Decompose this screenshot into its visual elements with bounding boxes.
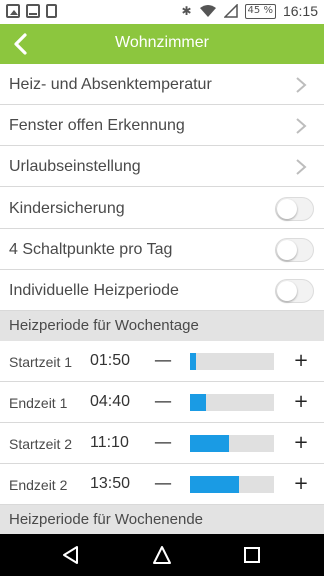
menu-item-label: Heiz- und Absenktemperatur: [9, 76, 212, 93]
slider-fill: [190, 394, 206, 411]
menu-item-heiz-absenktemperatur[interactable]: Heiz- und Absenktemperatur: [0, 64, 324, 105]
time-slider[interactable]: [190, 353, 274, 370]
time-slider[interactable]: [190, 394, 274, 411]
system-navigation-bar: [0, 534, 324, 576]
time-slider[interactable]: [190, 476, 274, 493]
time-row-endzeit-1: Endzeit 1 04:40 — +: [0, 382, 324, 423]
status-clock: 16:15: [282, 3, 318, 19]
schaltpunkte-toggle[interactable]: [275, 238, 314, 262]
setting-individuelle-heizperiode: Individuelle Heizperiode: [0, 270, 324, 311]
mail-icon: [26, 4, 40, 18]
recent-apps-icon[interactable]: [241, 544, 263, 566]
decrement-button[interactable]: —: [154, 473, 172, 494]
time-label: Endzeit 2: [9, 477, 68, 493]
setting-label: 4 Schaltpunkte pro Tag: [9, 241, 173, 258]
setting-kindersicherung: Kindersicherung: [0, 188, 324, 229]
wifi-icon: [199, 5, 216, 17]
toggle-knob: [277, 199, 297, 219]
setting-4-schaltpunkte: 4 Schaltpunkte pro Tag: [0, 229, 324, 270]
menu-item-label: Fenster offen Erkennung: [9, 117, 185, 134]
battery-icon: 45 %: [244, 3, 276, 19]
time-row-startzeit-2: Startzeit 2 11:10 — +: [0, 423, 324, 464]
notification-icons: [6, 4, 57, 18]
heizperiode-toggle[interactable]: [275, 279, 314, 303]
setting-label: Individuelle Heizperiode: [9, 282, 179, 299]
increment-button[interactable]: +: [292, 473, 310, 494]
increment-button[interactable]: +: [292, 432, 310, 453]
time-label: Startzeit 1: [9, 354, 73, 370]
decrement-button[interactable]: —: [154, 391, 172, 412]
menu-item-label: Urlaubseinstellung: [9, 158, 141, 175]
section-title: Heizperiode für Wochenende: [9, 511, 204, 528]
slider-fill: [190, 476, 239, 493]
section-header-wochentage: Heizperiode für Wochentage: [0, 311, 324, 341]
chevron-right-icon: [296, 77, 307, 93]
phone-icon: [46, 4, 57, 18]
slider-fill: [190, 353, 196, 370]
time-value: 11:10: [90, 434, 129, 451]
section-title: Heizperiode für Wochentage: [9, 317, 199, 334]
signal-icon: [223, 4, 238, 18]
menu-item-fenster-offen[interactable]: Fenster offen Erkennung: [0, 105, 324, 146]
app-header: Wohnzimmer: [0, 24, 324, 64]
time-row-startzeit-1: Startzeit 1 01:50 — +: [0, 341, 324, 382]
toggle-knob: [277, 281, 297, 301]
system-icons: ✱ 45 % 16:15: [181, 3, 318, 19]
home-icon[interactable]: [151, 544, 173, 566]
increment-button[interactable]: +: [292, 350, 310, 371]
chevron-right-icon: [296, 159, 307, 175]
page-title: Wohnzimmer: [115, 34, 209, 51]
time-row-endzeit-2: Endzeit 2 13:50 — +: [0, 464, 324, 505]
time-value: 04:40: [90, 393, 131, 410]
increment-button[interactable]: +: [292, 391, 310, 412]
status-bar: ✱ 45 % 16:15: [0, 0, 324, 24]
image-icon: [6, 4, 20, 18]
menu-item-urlaubseinstellung[interactable]: Urlaubseinstellung: [0, 146, 324, 187]
slider-fill: [190, 435, 230, 452]
chevron-right-icon: [296, 118, 307, 134]
toggle-knob: [277, 240, 297, 260]
setting-label: Kindersicherung: [9, 200, 125, 217]
time-label: Startzeit 2: [9, 436, 73, 452]
time-value: 13:50: [90, 475, 131, 492]
section-header-wochenende: Heizperiode für Wochenende: [0, 505, 324, 535]
time-label: Endzeit 1: [9, 395, 68, 411]
time-value: 01:50: [90, 352, 131, 369]
back-triangle-icon[interactable]: [60, 544, 82, 566]
bluetooth-icon: ✱: [181, 4, 192, 18]
decrement-button[interactable]: —: [154, 432, 172, 453]
kindersicherung-toggle[interactable]: [275, 197, 314, 221]
time-slider[interactable]: [190, 435, 274, 452]
decrement-button[interactable]: —: [154, 350, 172, 371]
